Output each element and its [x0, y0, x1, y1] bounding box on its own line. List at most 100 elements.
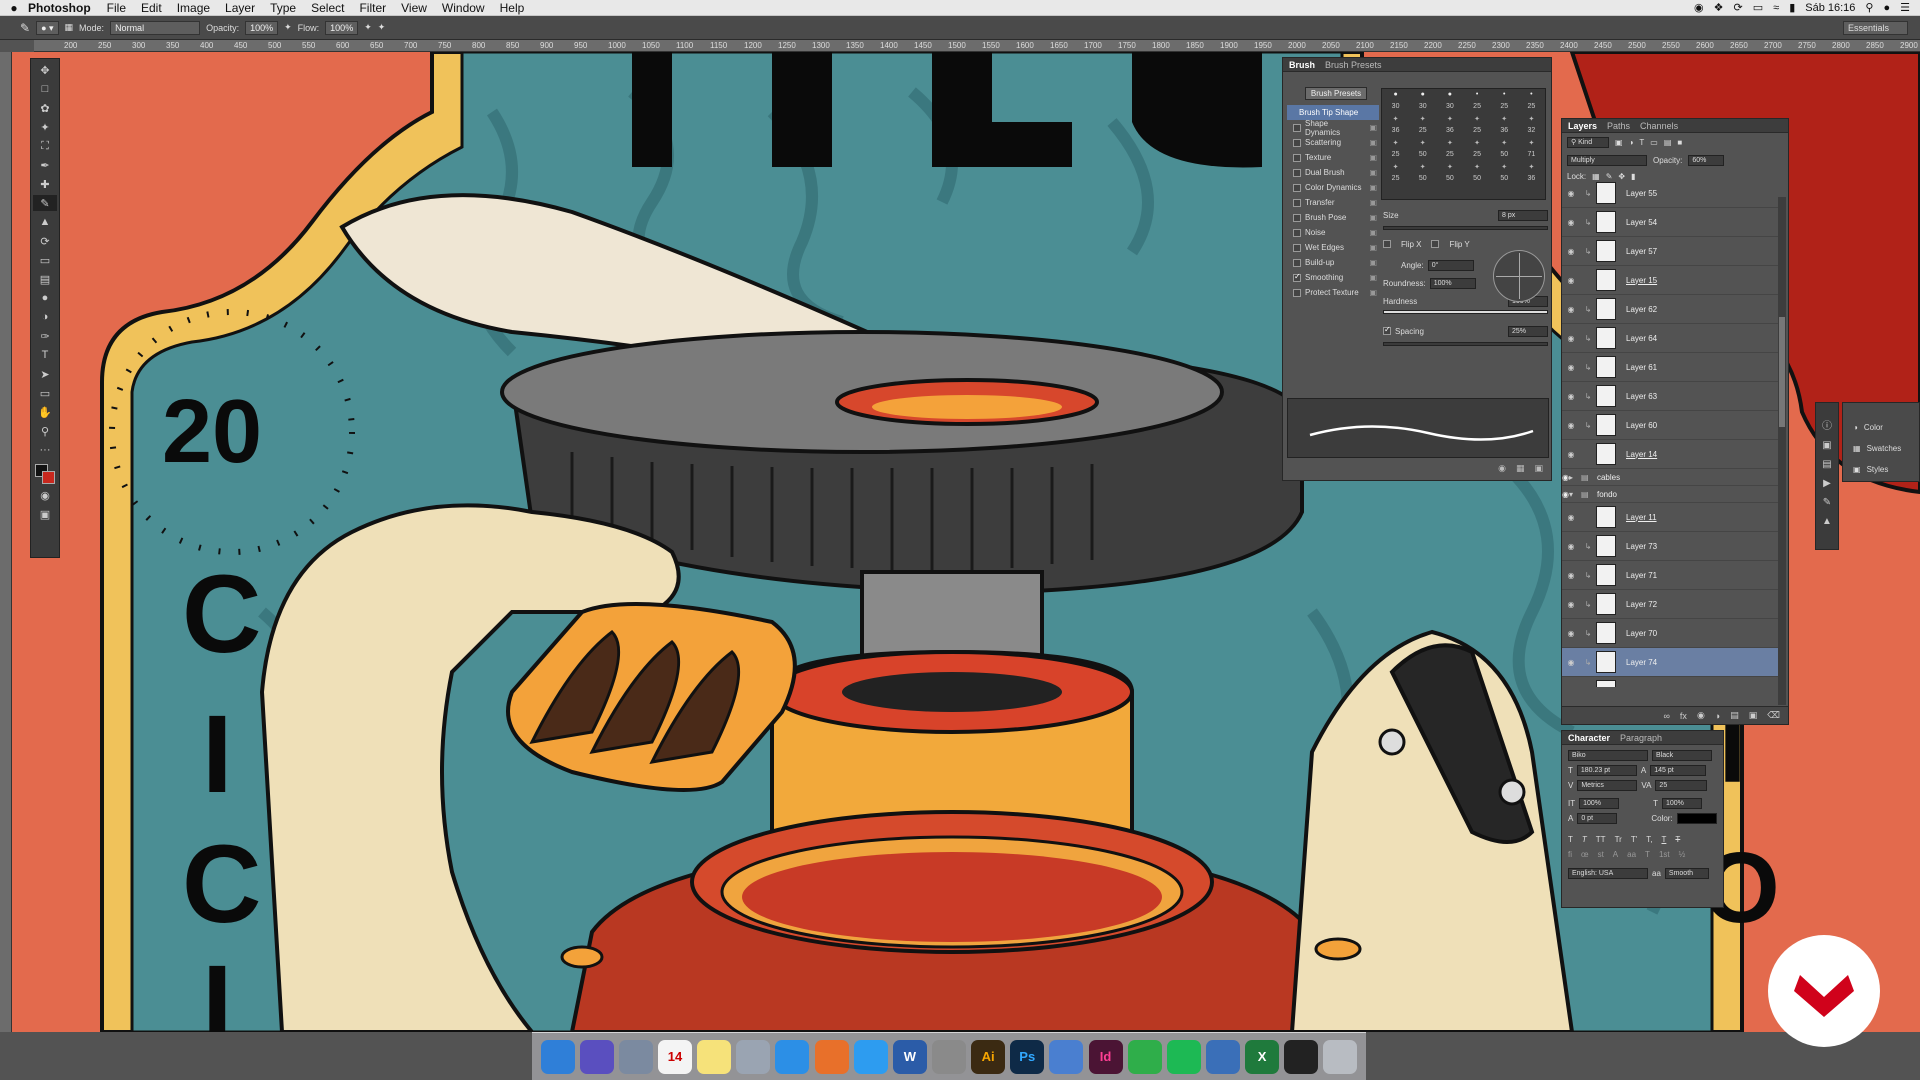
layer-row[interactable]: ◉ ↳ Layer 71 [1562, 561, 1778, 590]
brush-tip-preview[interactable]: ✦ [1491, 163, 1518, 175]
brush-option-checkbox[interactable] [1293, 258, 1301, 267]
type-tool-icon[interactable]: T [33, 347, 57, 363]
brush-tip-preview[interactable]: • [1491, 91, 1518, 103]
alternates-icon[interactable]: A [1613, 850, 1618, 859]
layer-thumbnail[interactable] [1596, 535, 1616, 557]
brush-tip-preview[interactable]: ✦ [1463, 163, 1490, 175]
brush-tool-icon[interactable]: ✎ [20, 21, 30, 35]
new-group-icon[interactable]: ▤ [1730, 710, 1739, 721]
half-icon[interactable]: ½ [1679, 850, 1686, 859]
font-family-select[interactable]: Biko [1568, 750, 1648, 761]
record-icon[interactable]: ◉ [1694, 1, 1704, 14]
visibility-eye-icon[interactable]: ◉ [1562, 276, 1580, 285]
brush-tip-size[interactable]: 25 [1382, 151, 1409, 163]
menu-help[interactable]: Help [500, 1, 525, 15]
siri-icon[interactable] [579, 1039, 614, 1074]
side-panel-swatches[interactable]: ▦ Swatches [1843, 438, 1919, 459]
background-color-swatch[interactable] [42, 471, 55, 484]
brush-tip-size[interactable]: 25 [1463, 127, 1490, 139]
brush-tip-size[interactable]: 25 [1436, 151, 1463, 163]
history-brush-tool-icon[interactable]: ⟳ [33, 233, 57, 249]
side-panel-color[interactable]: ◑ Color [1843, 417, 1919, 438]
brush-tip-preview[interactable]: • [1518, 91, 1545, 103]
baseline-shift-field[interactable]: 0 pt [1577, 813, 1618, 824]
ligatures-icon[interactable]: fi [1568, 850, 1572, 859]
visibility-eye-icon[interactable]: ◉ [1562, 450, 1580, 459]
ruler-horizontal[interactable]: 200 250 300 350 400 450 500 550 600 650 700 750 800 8… [34, 40, 1920, 52]
dodge-tool-icon[interactable]: ◑ [33, 309, 57, 325]
shape-tool-icon[interactable]: ▭ [33, 385, 57, 401]
zoom-tool-icon[interactable]: ⚲ [33, 423, 57, 439]
kind-filter-select[interactable]: ⚲ Kind [1567, 136, 1609, 148]
antialias-select[interactable]: Smooth [1664, 868, 1709, 879]
layer-thumbnail[interactable] [1596, 385, 1616, 407]
pressure-opacity-icon[interactable]: ✦ [284, 22, 292, 33]
layer-row[interactable]: ◉ ↳ Layer 63 [1562, 382, 1778, 411]
hardness-slider[interactable] [1383, 310, 1548, 314]
visibility-eye-icon[interactable]: ◉ [1562, 600, 1580, 609]
visibility-eye-icon[interactable]: ◉ [1562, 392, 1580, 401]
dropbox-icon[interactable]: ❖ [1714, 1, 1724, 14]
tab-layers[interactable]: Layers [1568, 121, 1597, 131]
actions-panel-icon[interactable]: ▶ [1823, 478, 1831, 489]
layer-name[interactable]: Layer 60 [1626, 421, 1657, 430]
visibility-eye-icon[interactable]: ◉ [1562, 247, 1580, 256]
tab-brush[interactable]: Brush [1289, 60, 1315, 70]
brush-option-checkbox[interactable] [1293, 123, 1301, 132]
brush-option-item[interactable]: Protect Texture ▣ [1287, 285, 1379, 300]
brush-tip-size[interactable]: 50 [1409, 151, 1436, 163]
menu-window[interactable]: Window [442, 1, 485, 15]
layer-row[interactable]: ◉ Layer 14 [1562, 440, 1778, 469]
calendar-icon[interactable]: 14 [657, 1039, 692, 1074]
marquee-tool-icon[interactable]: □ [33, 81, 57, 97]
brush-tip-size[interactable]: 25 [1518, 103, 1545, 115]
brush-option-checkbox[interactable] [1293, 272, 1301, 282]
layer-thumbnail[interactable] [1596, 182, 1616, 204]
oldstyle-icon[interactable]: œ [1581, 850, 1589, 859]
apple-icon[interactable]: ● [0, 1, 28, 15]
tracking-field[interactable]: 25 [1655, 780, 1708, 791]
brush-tip-size[interactable]: 25 [1463, 103, 1490, 115]
brush-tip-size[interactable]: 36 [1382, 127, 1409, 139]
layer-row[interactable]: ◉ ↳ Layer 57 [1562, 237, 1778, 266]
tab-paths[interactable]: Paths [1607, 121, 1630, 131]
visibility-eye-icon[interactable]: ◉ [1562, 305, 1580, 314]
layer-name[interactable]: Layer 70 [1626, 629, 1657, 638]
layer-name[interactable]: Layer 57 [1626, 247, 1657, 256]
menu-filter[interactable]: Filter [359, 1, 386, 15]
lock-icon[interactable]: ▣ [1369, 123, 1377, 132]
toggle-hard-proofing-icon[interactable]: ◉ [1498, 463, 1506, 474]
brush-tip-preview[interactable]: ✦ [1409, 139, 1436, 151]
brush-tip-size[interactable]: 50 [1491, 175, 1518, 187]
layer-name[interactable]: Layer 14 [1626, 450, 1657, 459]
healing-tool-icon[interactable]: ✚ [33, 176, 57, 192]
quick-mask-icon[interactable]: ◉ [33, 487, 57, 503]
layer-thumbnail[interactable] [1596, 593, 1616, 615]
brush-tip-size[interactable]: 25 [1491, 103, 1518, 115]
brush-tip-preview[interactable]: ● [1436, 91, 1463, 103]
blur-tool-icon[interactable]: ● [33, 290, 57, 306]
layer-row[interactable]: ◉ ↳ Layer 62 [1562, 295, 1778, 324]
lock-icon[interactable]: ▣ [1369, 198, 1377, 207]
new-brush-icon[interactable]: ▣ [1534, 463, 1543, 474]
flow-field[interactable]: 100% [325, 20, 359, 35]
brush-option-item[interactable]: Dual Brush ▣ [1287, 165, 1379, 180]
subscript-icon[interactable]: T, [1646, 835, 1652, 844]
brush-option-item[interactable]: Brush Pose ▣ [1287, 210, 1379, 225]
system-preferences-icon[interactable] [931, 1039, 966, 1074]
layer-row[interactable]: ◉ ↳ Layer 61 [1562, 353, 1778, 382]
spacing-checkbox[interactable] [1383, 325, 1391, 335]
all-caps-icon[interactable]: TT [1596, 835, 1606, 844]
spacing-field[interactable]: 25% [1508, 325, 1548, 337]
brush-option-checkbox[interactable] [1293, 243, 1301, 252]
brush-option-item[interactable]: Wet Edges ▣ [1287, 240, 1379, 255]
brush-tip-preview[interactable]: ● [1382, 91, 1409, 103]
brush-tip-size[interactable]: 50 [1436, 175, 1463, 187]
add-mask-icon[interactable]: ◉ [1697, 710, 1705, 721]
clone-source-icon[interactable]: ▲ [1822, 516, 1832, 527]
layer-name[interactable]: Layer 72 [1626, 600, 1657, 609]
visibility-eye-icon[interactable]: ◉ [1562, 571, 1580, 580]
evernote-icon[interactable] [1127, 1039, 1162, 1074]
visibility-eye-icon[interactable]: ◉ [1562, 363, 1580, 372]
history-panel-icon[interactable]: ▤ [1822, 459, 1831, 470]
